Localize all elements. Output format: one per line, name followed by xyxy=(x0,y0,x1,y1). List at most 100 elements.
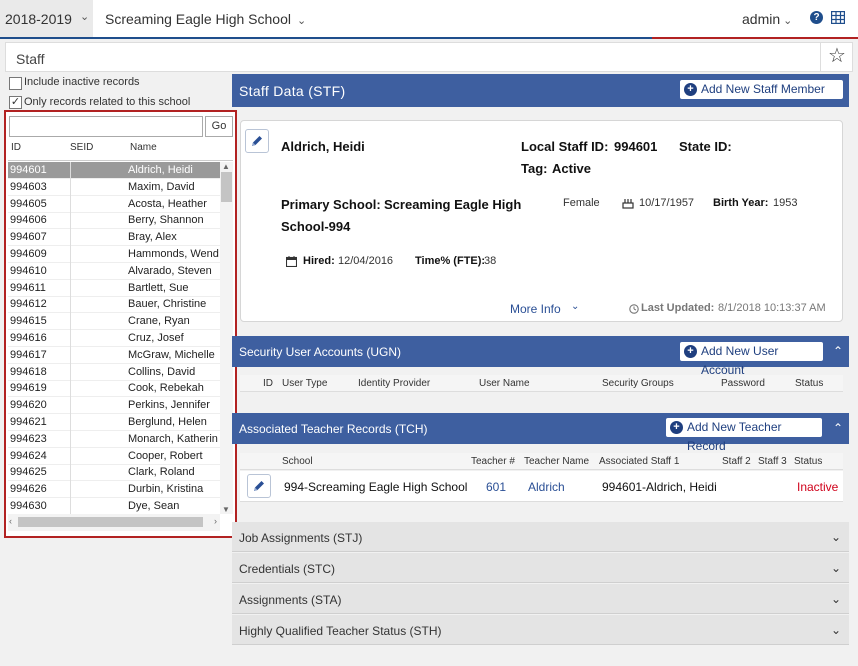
go-button[interactable]: Go xyxy=(205,116,233,137)
table-row[interactable]: 994610 Alvarado, Steven xyxy=(8,262,220,280)
school-selector[interactable]: Screaming Eagle High School ⌄ xyxy=(105,11,306,27)
chevron-down-icon[interactable]: ⌄ xyxy=(571,301,579,312)
only-school-checkbox[interactable]: ✓ xyxy=(9,96,22,109)
table-row[interactable]: 994615 Crane, Ryan xyxy=(8,313,220,331)
highly-qualified-section[interactable]: Highly Qualified Teacher Status (STH) ⌄ xyxy=(232,615,849,645)
table-row[interactable]: 994607 Bray, Alex xyxy=(8,229,220,247)
staff-name-cell: Clark, Roland xyxy=(128,466,195,479)
table-row[interactable]: 994626 Durbin, Kristina xyxy=(8,481,220,499)
teacher-name-link[interactable]: Aldrich xyxy=(528,480,565,494)
primary-school-value: Screaming Eagle High xyxy=(384,197,522,212)
staff-name-cell: Alvarado, Steven xyxy=(128,264,212,277)
column-header: Identity Provider xyxy=(358,378,431,389)
hired-label: Hired: xyxy=(303,255,335,267)
staff-id-cell: 994620 xyxy=(10,399,47,412)
teacher-record-row[interactable]: 994-Screaming Eagle High School 601 Aldr… xyxy=(240,471,843,502)
help-icon[interactable]: ? xyxy=(810,11,823,24)
scroll-right-icon[interactable]: › xyxy=(214,516,217,526)
column-header: Teacher Name xyxy=(524,456,590,467)
table-row[interactable]: 994618 Collins, David xyxy=(8,363,220,381)
column-header-name[interactable]: Name xyxy=(130,142,157,153)
add-user-account-button[interactable]: + Add New User Account xyxy=(679,341,824,377)
table-row[interactable]: 994617 McGraw, Michelle xyxy=(8,346,220,364)
section-title: Credentials (STC) xyxy=(239,562,336,576)
edit-button[interactable] xyxy=(245,129,269,153)
header-divider-accent xyxy=(652,37,858,39)
teacher-table-header: School Teacher # Teacher Name Associated… xyxy=(240,453,843,470)
table-row[interactable]: 994601 Aldrich, Heidi xyxy=(8,162,220,179)
section-title: Security User Accounts (UGN) xyxy=(239,345,402,359)
seid-cell xyxy=(70,246,71,263)
table-row[interactable]: 994630 Dye, Sean xyxy=(8,498,220,514)
table-row[interactable]: 994603 Maxim, David xyxy=(8,178,220,196)
table-row[interactable]: 994609 Hammonds, Wend xyxy=(8,246,220,263)
table-row[interactable]: 994605 Acosta, Heather xyxy=(8,195,220,213)
scrollbar-thumb[interactable] xyxy=(18,517,203,527)
table-row[interactable]: 994620 Perkins, Jennifer xyxy=(8,397,220,415)
pencil-icon xyxy=(252,136,262,146)
column-header: Associated Staff 1 xyxy=(599,456,680,467)
table-row[interactable]: 994623 Monarch, Katherin xyxy=(8,430,220,448)
column-header-id[interactable]: ID xyxy=(11,142,21,153)
table-row[interactable]: 994611 Bartlett, Sue xyxy=(8,279,220,297)
seid-cell xyxy=(70,430,71,448)
calendar-icon xyxy=(286,256,297,267)
staff-name-cell: Cook, Rebekah xyxy=(128,382,204,395)
table-row[interactable]: 994621 Berglund, Helen xyxy=(8,414,220,431)
last-updated-label: Last Updated: xyxy=(641,302,715,314)
include-inactive-label: Include inactive records xyxy=(24,76,140,88)
chevron-up-icon[interactable]: ⌃ xyxy=(833,344,843,358)
add-teacher-record-button[interactable]: + Add New Teacher Record xyxy=(665,417,823,453)
staff-name-cell: Durbin, Kristina xyxy=(128,483,204,496)
table-row[interactable]: 994625 Clark, Roland xyxy=(8,464,220,482)
primary-school-label: Primary School: xyxy=(281,197,381,212)
staff-id-cell: 994624 xyxy=(10,449,47,462)
seid-cell xyxy=(70,296,71,314)
user-label: admin xyxy=(742,11,781,27)
search-results-list: 994601 Aldrich, Heidi 994603 Maxim, David 99… xyxy=(8,162,220,514)
assignments-section[interactable]: Assignments (STA) ⌄ xyxy=(232,584,849,614)
dob-value: 10/17/1957 xyxy=(639,197,695,209)
year-selector[interactable]: 2018-2019 ⌄ xyxy=(0,0,93,38)
staff-name-cell: Cooper, Robert xyxy=(128,449,203,462)
job-assignments-section[interactable]: Job Assignments (STJ) ⌄ xyxy=(232,522,849,552)
table-row[interactable]: 994624 Cooper, Robert xyxy=(8,447,220,465)
seid-cell xyxy=(70,380,71,398)
staff-search-panel: Go ID SEID Name 994601 Aldrich, Heidi 9946… xyxy=(4,110,237,538)
year-label: 2018-2019 xyxy=(5,11,72,27)
chevron-down-icon: ⌄ xyxy=(831,530,842,544)
add-staff-member-button[interactable]: + Add New Staff Member xyxy=(679,79,844,100)
staff-id-cell: 994615 xyxy=(10,315,47,328)
horizontal-scrollbar[interactable]: ‹ › xyxy=(8,514,220,531)
scroll-down-icon[interactable]: ▼ xyxy=(222,505,230,514)
table-row[interactable]: 994612 Bauer, Christine xyxy=(8,296,220,314)
chevron-up-icon[interactable]: ⌃ xyxy=(833,421,843,435)
user-menu[interactable]: admin ⌄ xyxy=(742,11,792,27)
star-icon[interactable]: ☆ xyxy=(820,42,853,72)
table-row[interactable]: 994619 Cook, Rebekah xyxy=(8,380,220,398)
edit-button[interactable] xyxy=(247,474,271,498)
table-row[interactable]: 994616 Cruz, Josef xyxy=(8,330,220,347)
include-inactive-checkbox[interactable] xyxy=(9,77,22,90)
staff-id-cell: 994603 xyxy=(10,180,47,193)
scroll-up-icon[interactable]: ▲ xyxy=(222,162,230,171)
main-content: Staff Data (STF) + Add New Staff Member … xyxy=(232,74,849,645)
staff-id-cell: 994618 xyxy=(10,365,47,378)
seid-cell xyxy=(70,397,71,415)
staff-name-cell: Bauer, Christine xyxy=(128,298,207,311)
scroll-left-icon[interactable]: ‹ xyxy=(9,516,12,526)
tag-label: Tag: xyxy=(521,161,548,176)
primary-school-value-cont: School-994 xyxy=(281,219,351,234)
add-user-account-label: Add New User Account xyxy=(701,344,779,377)
more-info-link[interactable]: More Info xyxy=(510,302,561,316)
scrollbar-thumb[interactable] xyxy=(221,172,232,202)
credentials-section[interactable]: Credentials (STC) ⌄ xyxy=(232,553,849,583)
teacher-number-link[interactable]: 601 xyxy=(486,480,506,494)
top-bar: 2018-2019 ⌄ Screaming Eagle High School ⌄… xyxy=(0,0,858,38)
column-header-seid[interactable]: SEID xyxy=(70,142,93,153)
seid-cell xyxy=(70,178,71,196)
table-row[interactable]: 994606 Berry, Shannon xyxy=(8,212,220,230)
search-input[interactable] xyxy=(9,116,203,137)
teacher-records-header: Associated Teacher Records (TCH) + Add N… xyxy=(232,413,849,453)
grid-icon[interactable] xyxy=(831,11,845,24)
